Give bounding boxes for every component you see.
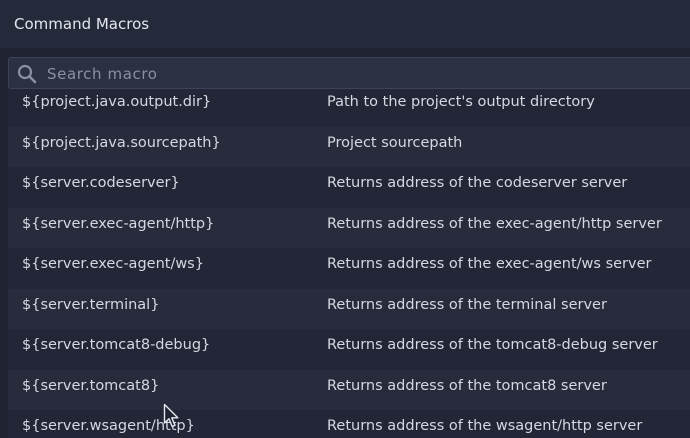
macro-name: ${server.exec-agent/ws} — [22, 256, 204, 272]
macro-row[interactable]: ${server.wsagent/http} Returns address of… — [8, 410, 690, 438]
macro-row[interactable]: ${server.terminal} Returns address of the… — [8, 288, 690, 329]
macro-description: Returns address of the tomcat8-debug ser… — [327, 337, 658, 353]
macro-description: Returns address of the codeserver server — [327, 175, 628, 191]
macro-description: Returns address of the exec-agent/ws ser… — [327, 256, 652, 272]
macro-name: ${project.java.sourcepath} — [22, 134, 221, 151]
macro-name: ${server.exec-agent/http} — [22, 215, 215, 232]
dialog-title: Command Macros — [14, 15, 150, 33]
search-icon — [17, 64, 37, 84]
macro-description: Project sourcepath — [327, 134, 463, 151]
macro-list: ${project.java.output.dir} Path to the pr… — [8, 89, 690, 438]
macro-row[interactable]: ${server.codeserver} Returns address of t… — [8, 167, 690, 208]
macro-description: Returns address of the terminal server — [327, 296, 607, 313]
macro-name: ${project.java.output.dir} — [22, 94, 212, 110]
macro-row[interactable]: ${project.java.output.dir} Path to the pr… — [8, 89, 690, 127]
macro-description: Returns address of the wsagent/http serv… — [327, 418, 643, 434]
macro-row[interactable]: ${project.java.sourcepath} Project source… — [8, 126, 690, 167]
command-macros-dialog: Command Macros ${project.java.output.dir… — [0, 0, 690, 438]
macro-row[interactable]: ${server.tomcat8} Returns address of the … — [8, 369, 690, 410]
macro-name: ${server.terminal} — [22, 296, 160, 313]
macro-description: Returns address of the exec-agent/http s… — [327, 215, 662, 232]
macro-row[interactable]: ${server.exec-agent/http} Returns address… — [8, 207, 690, 248]
macro-name: ${server.codeserver} — [22, 175, 180, 191]
search-input[interactable] — [47, 62, 647, 86]
mouse-pointer-icon — [163, 403, 179, 428]
macro-description: Path to the project's output directory — [327, 94, 595, 110]
dialog-header: Command Macros — [0, 0, 690, 48]
macro-name: ${server.tomcat8} — [22, 377, 160, 394]
macro-description: Returns address of the tomcat8 server — [327, 377, 607, 394]
macro-row[interactable]: ${server.exec-agent/ws} Returns address o… — [8, 248, 690, 289]
macro-name: ${server.tomcat8-debug} — [22, 337, 211, 353]
macro-row[interactable]: ${server.tomcat8-debug} Returns address o… — [8, 329, 690, 370]
search-box[interactable] — [8, 57, 690, 89]
